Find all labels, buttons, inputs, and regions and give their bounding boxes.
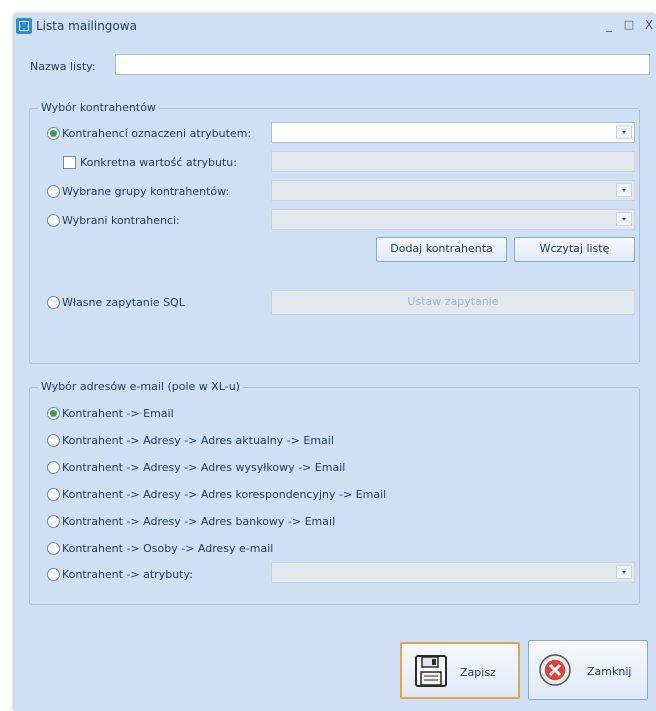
minimize-button[interactable]: _ — [600, 17, 618, 33]
groups-label: Wybrane grupy kontrahentów: — [62, 185, 230, 198]
chevron-down-icon[interactable] — [616, 212, 632, 226]
email-option-label: Kontrahent -> Email — [62, 407, 174, 420]
close-circle-icon — [539, 654, 571, 686]
maximize-button[interactable]: □ — [620, 17, 638, 33]
add-contractor-button[interactable]: Dodaj kontrahenta — [376, 237, 507, 262]
groups-combo[interactable] — [271, 180, 635, 201]
sql-label: Własne zapytanie SQL — [62, 296, 185, 309]
radio-email-option-1[interactable] — [47, 434, 60, 447]
close-window-button[interactable]: X — [640, 17, 656, 33]
window-title: Lista mailingowa — [36, 19, 137, 33]
radio-attr-marked[interactable] — [47, 127, 60, 140]
selected-contractors-label: Wybrani kontrahenci: — [62, 214, 180, 227]
title-bar: Lista mailingowa _ □ X — [14, 14, 656, 38]
email-option-label: Kontrahent -> atrybuty: — [62, 568, 193, 581]
mailing-list-window: Lista mailingowa _ □ X Nazwa listy: Wybó… — [14, 14, 656, 711]
set-query-button[interactable]: Ustaw zapytanie — [271, 290, 635, 315]
save-label: Zapisz — [460, 666, 496, 679]
floppy-disk-icon — [415, 655, 447, 687]
close-button[interactable]: Zamknij — [528, 640, 648, 700]
radio-email-option-0[interactable] — [47, 407, 60, 420]
load-list-button[interactable]: Wczytaj listę — [514, 237, 635, 262]
email-option-label: Kontrahent -> Adresy -> Adres bankowy ->… — [62, 515, 336, 528]
specific-value-label: Konkretna wartość atrybutu: — [80, 156, 237, 169]
selected-contractors-combo[interactable] — [271, 209, 635, 230]
attr-marked-label: Kontrahenci oznaczeni atrybutem: — [62, 127, 252, 140]
contractors-group — [29, 108, 640, 364]
radio-email-option-3[interactable] — [47, 488, 60, 501]
attr-marked-combo[interactable] — [271, 122, 635, 143]
mailing-list-icon — [16, 18, 32, 34]
radio-email-option-6[interactable] — [47, 568, 60, 581]
email-option-label: Kontrahent -> Adresy -> Adres koresponde… — [62, 488, 387, 501]
radio-email-option-5[interactable] — [47, 542, 60, 555]
radio-sql[interactable] — [47, 296, 60, 309]
email-option-label: Kontrahent -> Osoby -> Adresy e-mail — [62, 542, 274, 555]
specific-value-checkbox[interactable] — [63, 156, 76, 169]
radio-groups[interactable] — [47, 185, 60, 198]
contractors-group-title: Wybór kontrahentów — [38, 101, 159, 114]
email-option-label: Kontrahent -> Adresy -> Adres wysyłkowy … — [62, 461, 346, 474]
list-name-label: Nazwa listy: — [30, 60, 96, 73]
chevron-down-icon[interactable] — [616, 565, 632, 579]
chevron-down-icon[interactable] — [616, 183, 632, 197]
email-attributes-combo[interactable] — [271, 562, 635, 583]
chevron-down-icon[interactable] — [616, 125, 632, 139]
list-name-input[interactable] — [115, 54, 650, 75]
radio-email-option-2[interactable] — [47, 461, 60, 474]
close-label: Zamknij — [587, 665, 632, 678]
radio-email-option-4[interactable] — [47, 515, 60, 528]
email-group-title: Wybór adresów e-mail (pole w XL-u) — [38, 380, 243, 393]
radio-selected-contractors[interactable] — [47, 214, 60, 227]
email-option-label: Kontrahent -> Adresy -> Adres aktualny -… — [62, 434, 334, 447]
specific-value-input[interactable] — [271, 151, 635, 172]
save-button[interactable]: Zapisz — [400, 642, 520, 699]
